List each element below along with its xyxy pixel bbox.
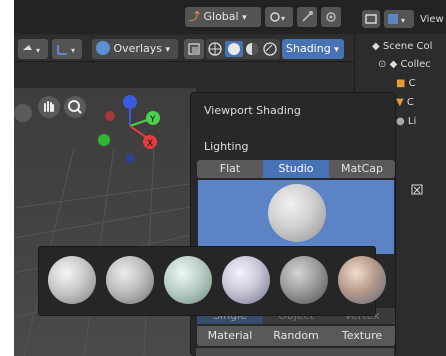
gizmo-z-axis[interactable]: [123, 95, 137, 109]
pan-hand-icon[interactable]: [38, 96, 60, 118]
svg-text:▾: ▾: [36, 46, 40, 55]
top-header: ⤴ Global ▾ ▾: [14, 0, 354, 34]
navigate-icon[interactable]: [14, 104, 32, 122]
matcap-1[interactable]: [48, 256, 96, 304]
color-type-row: Material Random Texture: [197, 326, 395, 346]
overlays-dropdown[interactable]: Overlays ▾: [92, 39, 178, 59]
window-edge: [0, 0, 14, 356]
editor-type-icon[interactable]: [362, 10, 380, 28]
zoom-icon[interactable]: [64, 96, 86, 118]
matcap-6[interactable]: [338, 256, 386, 304]
chevron-down-icon: ▾: [165, 45, 171, 55]
gizmo-dropdown[interactable]: ▾: [52, 39, 82, 59]
matcap-3[interactable]: [164, 256, 212, 304]
svg-text:▾: ▾: [401, 16, 405, 25]
chevron-down-icon: ▾: [334, 45, 339, 55]
transform-orientation-dropdown[interactable]: ⤴ Global ▾: [185, 7, 261, 27]
outliner-item-cube[interactable]: ▼ C: [396, 97, 414, 108]
shading-label: Shading: [286, 42, 331, 55]
popover-title: Viewport Shading: [204, 104, 301, 117]
viewport-header: ▾ ▾ Overlays ▾ Shading ▾: [14, 36, 354, 62]
pivot-point-dropdown[interactable]: ▾: [265, 7, 293, 27]
navigation-gizmo[interactable]: Y X: [98, 94, 178, 174]
snap-toggle[interactable]: [297, 7, 317, 27]
shading-dropdown[interactable]: Shading ▾: [282, 39, 344, 59]
shading-modes: [206, 39, 280, 59]
transform-orientation-label: Global: [203, 10, 239, 23]
lighting-label: Lighting: [204, 140, 249, 153]
popover-bottom-field[interactable]: [196, 348, 394, 356]
overlays-label: Overlays: [113, 42, 163, 55]
proportional-edit-toggle[interactable]: [321, 7, 341, 27]
lighting-flat-button[interactable]: Flat: [197, 160, 263, 178]
studio-light-preview[interactable]: [198, 180, 394, 254]
xray-toggle[interactable]: [184, 39, 204, 59]
lighting-matcap-button[interactable]: MatCap: [329, 160, 395, 178]
outliner-item-scene-collection[interactable]: ◆ Scene Col: [372, 41, 432, 52]
view-object-types-dropdown[interactable]: ▾: [18, 39, 48, 59]
view-menu[interactable]: View: [420, 14, 444, 25]
color-texture-button[interactable]: Texture: [329, 326, 395, 346]
svg-text:Y: Y: [149, 115, 156, 125]
lighting-options: Flat Studio MatCap: [197, 160, 395, 178]
collection-icon: ◆: [372, 41, 380, 52]
lighting-studio-button[interactable]: Studio: [263, 160, 329, 178]
preview-sphere: [268, 184, 326, 242]
camera-icon: ■: [396, 78, 406, 89]
orientation-icon: ⤴: [189, 10, 200, 23]
mesh-icon: ▼: [396, 97, 404, 108]
outliner-item-camera[interactable]: ■ C: [396, 78, 416, 89]
outliner-header: ▾ View: [354, 0, 446, 34]
matcap-5[interactable]: [280, 256, 328, 304]
render-icon[interactable]: [410, 182, 424, 196]
outliner-item-collection[interactable]: ⊙ ◆ Collec: [378, 59, 431, 70]
svg-text:▾: ▾: [71, 46, 75, 55]
matcap-4[interactable]: [222, 256, 270, 304]
collection-icon: ◆: [389, 59, 398, 70]
light-icon: ●: [396, 116, 405, 127]
svg-text:X: X: [147, 139, 153, 149]
visibility-icon: ⊙: [378, 59, 387, 70]
matcap-2[interactable]: [106, 256, 154, 304]
overlays-icon: [96, 41, 110, 55]
chevron-down-icon: ▾: [242, 13, 247, 23]
color-material-button[interactable]: Material: [197, 326, 263, 346]
color-random-button[interactable]: Random: [263, 326, 329, 346]
outliner-item-light[interactable]: ● Li: [396, 116, 416, 127]
svg-text:▾: ▾: [281, 14, 285, 23]
display-mode-dropdown[interactable]: ▾: [384, 10, 414, 28]
